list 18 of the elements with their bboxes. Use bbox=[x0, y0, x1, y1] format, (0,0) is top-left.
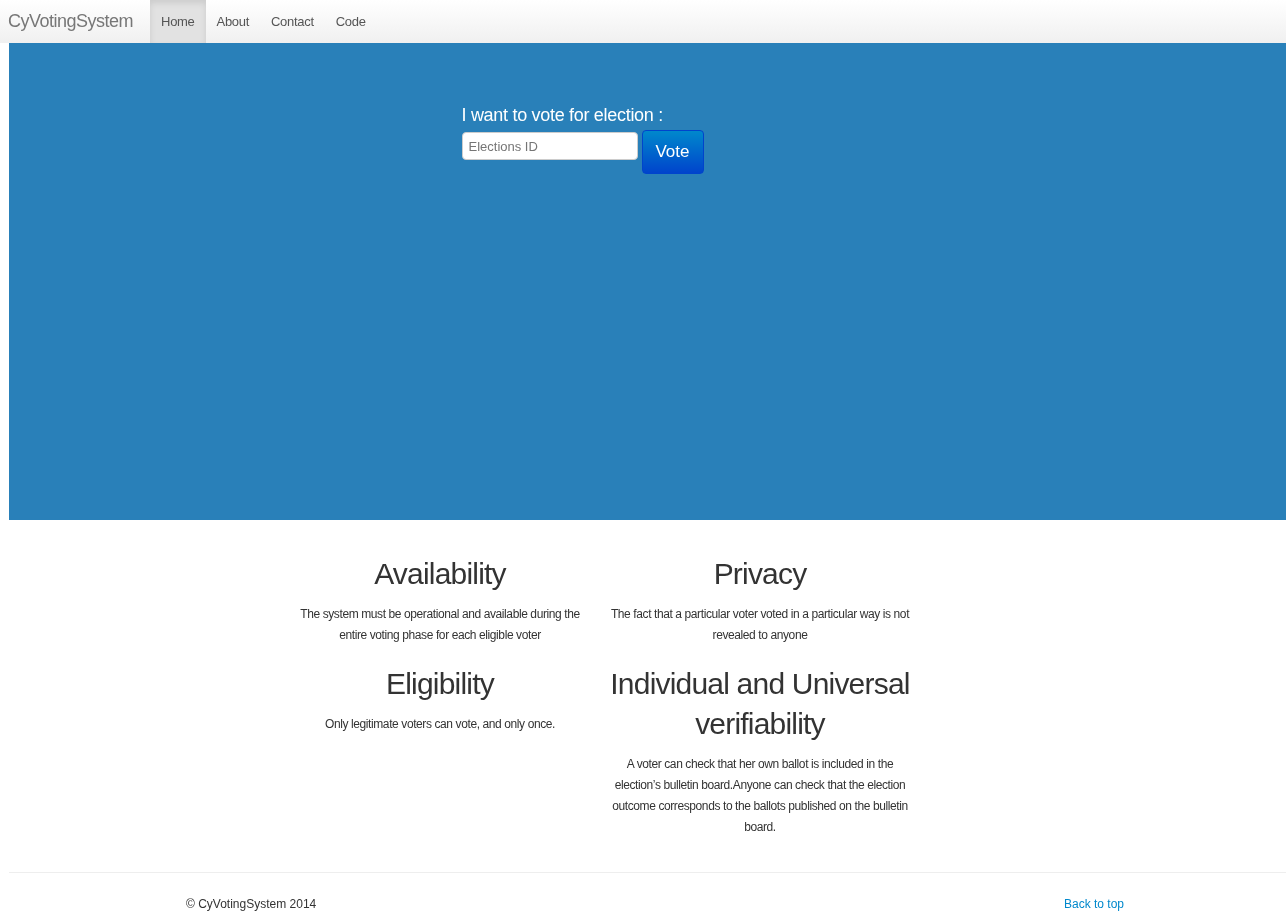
brand-logo-text[interactable]: CyVotingSystem bbox=[0, 0, 151, 43]
feature-description: A voter can check that her own ballot is included in the election’s bulletin board.Anyone can check that the election outcome corresponds to the ballots published on the bulletin board. bbox=[611, 756, 909, 836]
feature-heading: Availability bbox=[373, 556, 508, 592]
nav-link[interactable]: Contact bbox=[260, 0, 325, 43]
feature-description: The system must be operational and available during the entire voting phase for each eligible voter bbox=[299, 606, 581, 644]
nav-link[interactable]: Home bbox=[150, 0, 206, 43]
vote-button[interactable]: Vote bbox=[641, 130, 704, 174]
nav-link[interactable]: Code bbox=[324, 0, 377, 43]
back-to-top-link[interactable]: Back to top bbox=[1063, 897, 1124, 911]
feature-heading: Eligibility bbox=[385, 666, 496, 702]
election-id-field[interactable]: Elections ID bbox=[461, 132, 638, 160]
feature-heading: Individual and Universal verifiability bbox=[609, 666, 911, 742]
vote-prompt: I want to vote for election : bbox=[461, 105, 664, 126]
feature-description: The fact that a particular voter voted in a particular way is not revealed to anyone bbox=[609, 606, 911, 644]
feature-description: Only legitimate voters can vote, and only once. bbox=[324, 716, 556, 733]
feature-heading: Privacy bbox=[712, 556, 808, 592]
nav-link[interactable]: About bbox=[205, 0, 261, 43]
copyright-text: © CyVotingSystem 2014 bbox=[186, 897, 317, 911]
